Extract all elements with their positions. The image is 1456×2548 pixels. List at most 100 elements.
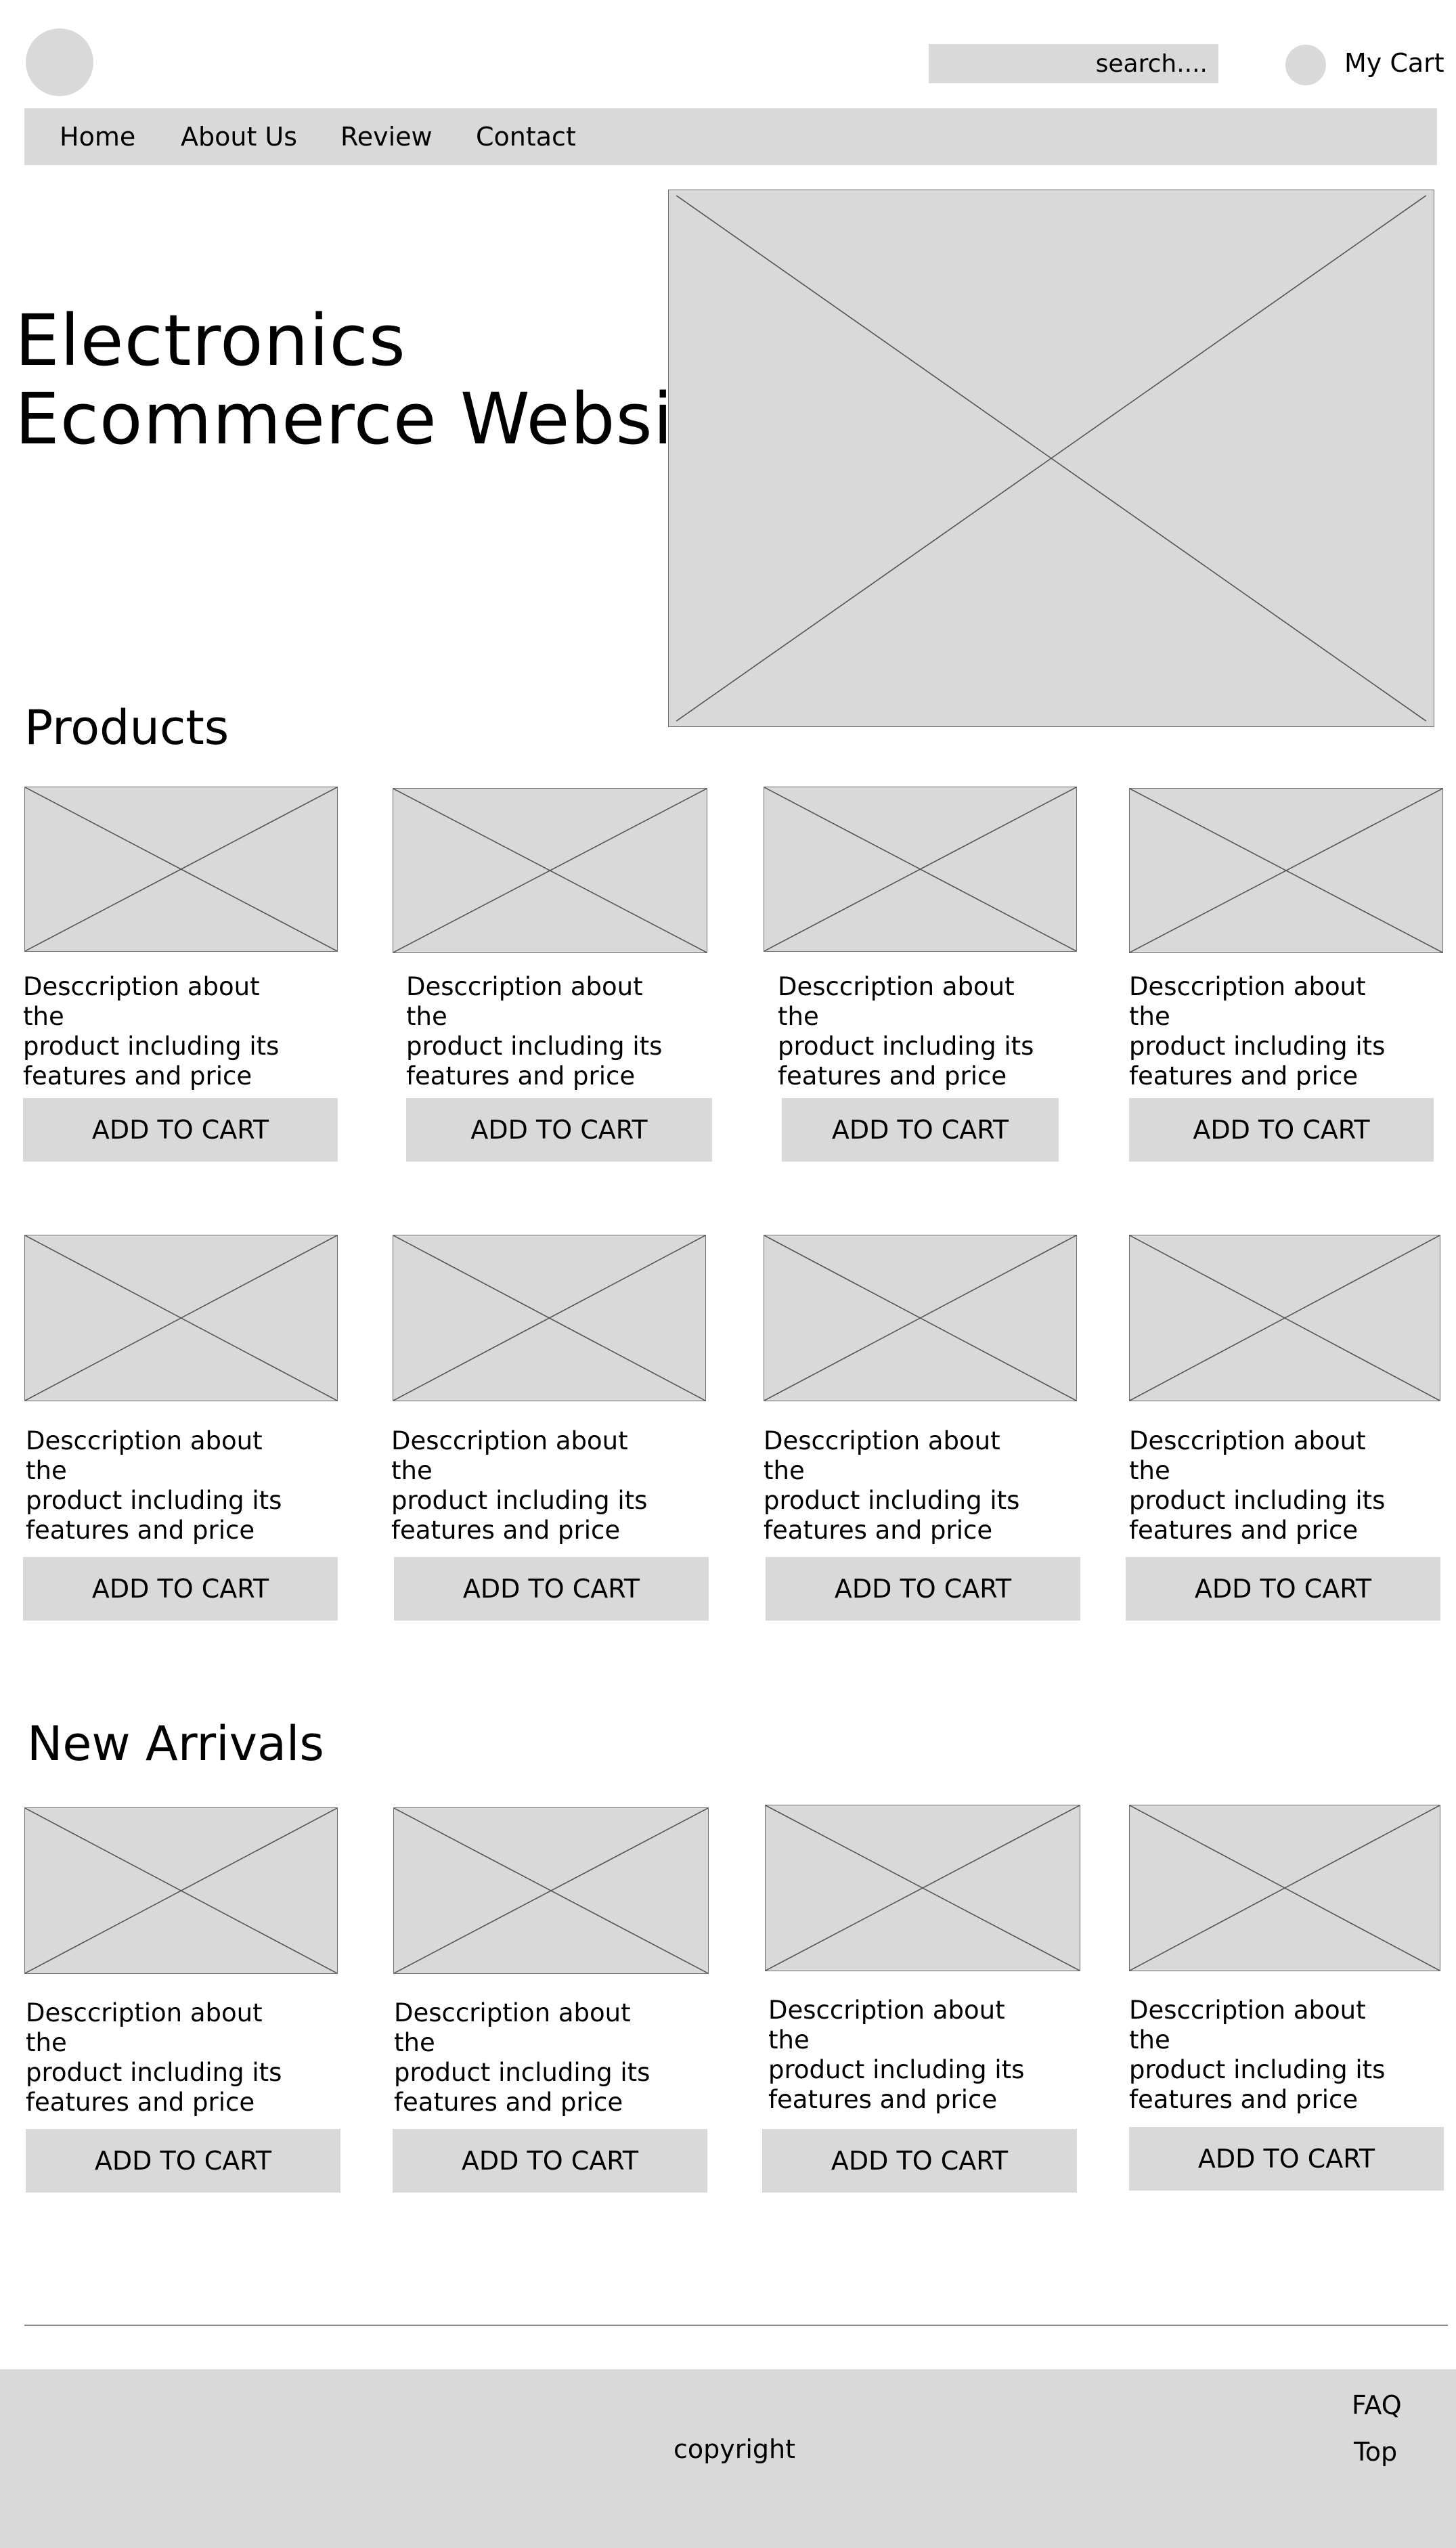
back-to-top-link[interactable]: Top [1354,2436,1397,2467]
product-image[interactable] [764,1235,1077,1401]
copyright-text: copyright [674,2434,796,2464]
add-to-cart-button[interactable]: ADD TO CART [394,1557,709,1621]
footer-divider [24,2325,1448,2326]
image-placeholder-icon [25,1808,337,1973]
product-description-line: features and price [768,2085,998,2114]
new-arrival-image[interactable] [1129,1805,1440,1971]
add-to-cart-button[interactable]: ADD TO CART [23,1098,338,1162]
new-arrival-image[interactable] [765,1805,1080,1971]
product-description-line: product including its [406,1032,663,1061]
new-arrival-description: Desccription about the product including… [1129,1996,1413,2115]
product-description-line: Desccription about the [26,1998,263,2057]
image-placeholder-icon [764,787,1076,951]
product-image[interactable] [393,1235,706,1401]
hero-title-line-2: Ecommerce Website [15,378,746,460]
image-placeholder-icon [1130,789,1442,952]
product-description: Desccription about the product including… [23,972,307,1091]
product-description-line: Desccription about the [1129,1996,1366,2055]
add-to-cart-button[interactable]: ADD TO CART [1129,1098,1434,1162]
add-to-cart-button[interactable]: ADD TO CART [782,1098,1059,1162]
logo-placeholder[interactable] [26,28,93,96]
add-to-cart-button[interactable]: ADD TO CART [1129,2127,1444,2191]
nav-item-review[interactable]: Review [340,108,433,165]
product-description-line: features and price [394,2088,623,2117]
product-description-line: product including its [1129,2055,1386,2084]
product-description-line: features and price [778,1061,1007,1091]
hero-title-line-1: Electronics [15,299,406,382]
image-placeholder-icon [393,789,707,952]
product-description: Desccription about the product including… [26,1426,310,1545]
product-description-line: product including its [778,1032,1034,1061]
image-placeholder-icon [394,1808,708,1973]
add-to-cart-button[interactable]: ADD TO CART [23,1557,338,1621]
product-description-line: product including its [764,1486,1020,1515]
product-description-line: features and price [26,2088,255,2117]
product-description: Desccription about the product including… [406,972,690,1091]
product-description-line: Desccription about the [26,1426,263,1485]
image-placeholder-icon [25,787,337,951]
image-placeholder-icon [766,1805,1080,1971]
new-arrival-description: Desccription about the product including… [26,1998,310,2117]
product-description-line: features and price [764,1516,993,1545]
product-image[interactable] [393,788,707,953]
new-arrival-image[interactable] [24,1807,338,1974]
product-description-line: Desccription about the [778,972,1015,1031]
new-arrivals-section-title: New Arrivals [27,1716,324,1772]
product-description-line: product including its [768,2055,1025,2084]
product-description: Desccription about the product including… [391,1426,676,1545]
search-input[interactable] [929,44,1218,83]
add-to-cart-button[interactable]: ADD TO CART [762,2129,1077,2193]
faq-link[interactable]: FAQ [1352,2390,1402,2421]
product-description-line: Desccription about the [1129,1426,1366,1485]
add-to-cart-button[interactable]: ADD TO CART [766,1557,1080,1621]
add-to-cart-button[interactable]: ADD TO CART [393,2129,707,2193]
products-section-title: Products [24,700,229,755]
product-description: Desccription about the product including… [764,1426,1048,1545]
product-description-line: Desccription about the [406,972,643,1031]
product-description: Desccription about the product including… [1129,972,1413,1091]
product-image[interactable] [1129,1235,1440,1401]
product-description-line: features and price [23,1061,252,1091]
product-description: Desccription about the product including… [1129,1426,1413,1545]
product-image[interactable] [24,1235,338,1401]
product-description-line: features and price [391,1516,621,1545]
nav-item-home[interactable]: Home [60,108,135,165]
product-description-line: Desccription about the [23,972,260,1031]
product-description-line: product including its [26,1486,282,1515]
nav-item-about-us[interactable]: About Us [181,108,297,165]
product-description-line: Desccription about the [1129,972,1366,1031]
new-arrival-description: Desccription about the product including… [394,1998,678,2117]
product-image[interactable] [24,787,338,952]
hero-title: Electronics Ecommerce Website [15,301,745,458]
product-description-line: product including its [391,1486,648,1515]
nav-bar: Home About Us Review Contact [24,108,1437,165]
image-placeholder-icon [1130,1805,1440,1971]
hero-image-placeholder [668,190,1434,727]
product-description-line: features and price [406,1061,636,1091]
product-image[interactable] [764,787,1077,952]
product-description-line: product including its [1129,1486,1386,1515]
product-description-line: product including its [1129,1032,1386,1061]
my-cart-link[interactable]: My Cart [1344,47,1444,79]
add-to-cart-button[interactable]: ADD TO CART [406,1098,712,1162]
add-to-cart-button[interactable]: ADD TO CART [1126,1557,1440,1621]
image-placeholder-icon [393,1235,705,1401]
product-description-line: features and price [1129,1061,1359,1091]
image-placeholder-icon [1130,1235,1440,1401]
product-description-line: product including its [26,2058,282,2087]
product-description-line: Desccription about the [394,1998,631,2057]
image-placeholder-icon [25,1235,337,1401]
product-description-line: features and price [1129,1516,1359,1545]
nav-item-contact[interactable]: Contact [476,108,576,165]
product-image[interactable] [1129,788,1443,953]
footer: copyright FAQ Top [0,2369,1456,2548]
image-placeholder-icon [764,1235,1076,1401]
add-to-cart-button[interactable]: ADD TO CART [26,2129,340,2193]
new-arrival-image[interactable] [393,1807,709,1974]
product-description-line: features and price [1129,2085,1359,2114]
product-description-line: features and price [26,1516,255,1545]
image-placeholder-icon [669,190,1434,726]
cart-icon[interactable] [1285,45,1326,85]
product-description-line: Desccription about the [764,1426,1000,1485]
product-description-line: Desccription about the [768,1996,1005,2055]
